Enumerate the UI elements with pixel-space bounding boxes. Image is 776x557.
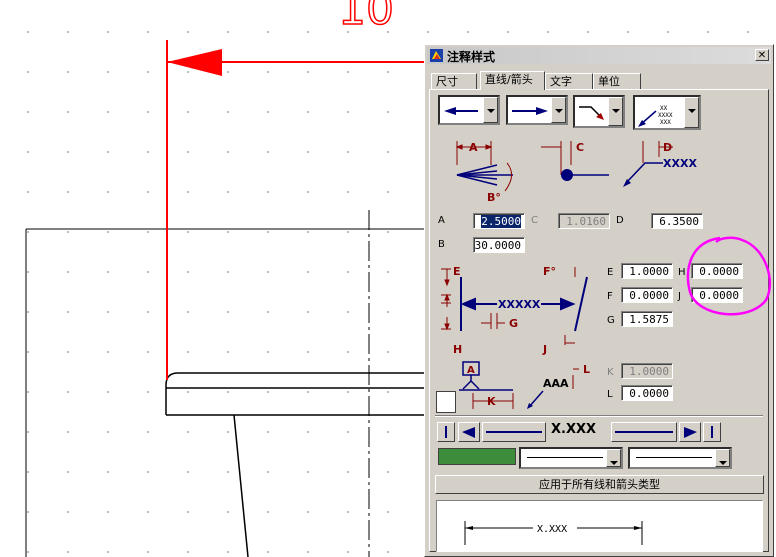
field-g-input[interactable]: 1.5875 <box>621 311 673 327</box>
tab-lines-arrows[interactable]: 直线/箭头 <box>480 71 545 90</box>
label-k: K <box>487 395 496 408</box>
dimension-text-sample: X.XXX <box>551 422 597 437</box>
arrow-right-icon <box>684 427 697 438</box>
field-d-label: D <box>616 215 624 226</box>
left-arrow-toggle[interactable] <box>458 422 480 442</box>
preview-pane: X.XXX <box>436 500 763 552</box>
line-width-select[interactable] <box>628 447 732 469</box>
right-extension-toggle[interactable] <box>703 422 721 442</box>
line-icon <box>486 431 542 433</box>
left-extension-toggle[interactable] <box>437 422 455 442</box>
dialog-title: 注释样式 <box>447 50 496 64</box>
label-a: A <box>469 141 478 154</box>
arrow-left-icon <box>462 427 475 438</box>
svg-text:XX: XX <box>660 105 668 112</box>
preview-dimension: X.XXX <box>464 521 643 545</box>
leader-text-style-select[interactable]: XX XXXX XXX <box>633 95 701 130</box>
field-f-input[interactable]: 0.0000 <box>621 287 673 303</box>
svg-text:XXXX: XXXX <box>658 112 673 119</box>
arrow-right-icon <box>512 107 548 115</box>
field-c-input[interactable]: 1.0160 <box>558 213 610 229</box>
field-l-label: L <box>607 389 613 400</box>
label-g: G <box>509 317 518 330</box>
datum-leader-diagram: A K AAA L <box>459 361 590 409</box>
arrow-left-style-select[interactable] <box>438 95 500 125</box>
arrow-right-style-select[interactable] <box>506 95 568 125</box>
field-b-label: B <box>438 239 445 250</box>
right-dimension-line-toggle[interactable] <box>611 422 677 442</box>
extension-line-diagram: E H G F° J XXXXX <box>441 265 588 356</box>
dimension-text: 10 <box>338 0 394 35</box>
chevron-down-icon[interactable] <box>684 97 699 128</box>
close-icon: ✕ <box>757 50 767 61</box>
tab-text[interactable]: 文字 <box>545 73 593 89</box>
extension-line-icon <box>711 426 713 438</box>
svg-text:XXX: XXX <box>660 119 671 126</box>
app-icon <box>430 49 443 62</box>
field-a-input[interactable]: 2.5000 <box>473 213 525 229</box>
field-k-input[interactable]: 1.0000 <box>621 363 673 379</box>
dimension-arrowhead <box>167 49 222 76</box>
label-c: C <box>576 141 584 154</box>
left-dimension-line-toggle[interactable] <box>482 422 546 442</box>
label-xxxxx: XXXXX <box>498 298 541 311</box>
field-l-input[interactable]: 0.0000 <box>621 385 673 401</box>
part-flange-top <box>165 372 424 415</box>
chevron-down-icon[interactable] <box>551 97 566 123</box>
label-b: B° <box>487 191 501 204</box>
label-box-a: A <box>467 365 475 376</box>
color-preview-box <box>436 391 456 413</box>
extension-line-icon <box>445 426 447 438</box>
part-taper-line <box>233 414 249 557</box>
line-width-sample <box>636 457 712 458</box>
field-b-input[interactable]: 30.0000 <box>473 237 525 253</box>
right-arrow-toggle[interactable] <box>679 422 701 442</box>
chevron-down-icon[interactable] <box>483 97 498 123</box>
dialog-titlebar[interactable]: 注释样式 ✕ <box>427 47 771 64</box>
line-type-sample <box>527 457 603 458</box>
field-g-label: G <box>607 315 615 326</box>
preview-text: X.XXX <box>537 524 567 535</box>
arrow-left-icon <box>444 107 478 115</box>
field-c-label: C <box>531 215 538 226</box>
field-d-input[interactable]: 6.3500 <box>651 213 703 229</box>
field-a-label: A <box>438 215 445 226</box>
highlight-circle <box>686 236 772 316</box>
arrowhead-diagram: A B° C D XXXX <box>455 141 697 204</box>
separator <box>435 415 763 417</box>
leader-arrow-icon <box>579 106 604 120</box>
field-k-label: K <box>607 367 614 378</box>
chevron-down-icon[interactable] <box>715 449 730 467</box>
label-aaa: AAA <box>543 377 569 390</box>
label-j: J <box>542 343 547 356</box>
leader-text-icon: XX XXXX XXX <box>638 105 673 127</box>
label-h: H <box>453 343 462 356</box>
tab-units[interactable]: 单位 <box>593 73 641 89</box>
tab-dimension[interactable]: 尺寸 <box>431 73 477 89</box>
chevron-down-icon[interactable] <box>608 97 623 126</box>
line-type-select[interactable] <box>519 447 623 469</box>
chevron-down-icon[interactable] <box>606 449 621 467</box>
label-e: E <box>453 265 461 278</box>
label-xxxx: XXXX <box>663 157 697 170</box>
leader-style-select[interactable] <box>573 95 625 128</box>
apply-to-all-button[interactable]: 应用于所有线和箭头类型 <box>435 475 764 494</box>
line-icon <box>615 431 673 433</box>
field-f-label: F <box>607 291 613 302</box>
field-e-input[interactable]: 1.0000 <box>621 263 673 279</box>
label-d: D <box>663 141 672 154</box>
field-e-label: E <box>607 267 614 278</box>
label-l: L <box>583 363 590 376</box>
label-f: F° <box>543 265 556 278</box>
close-button[interactable]: ✕ <box>755 49 769 61</box>
line-color-swatch[interactable] <box>438 448 516 465</box>
